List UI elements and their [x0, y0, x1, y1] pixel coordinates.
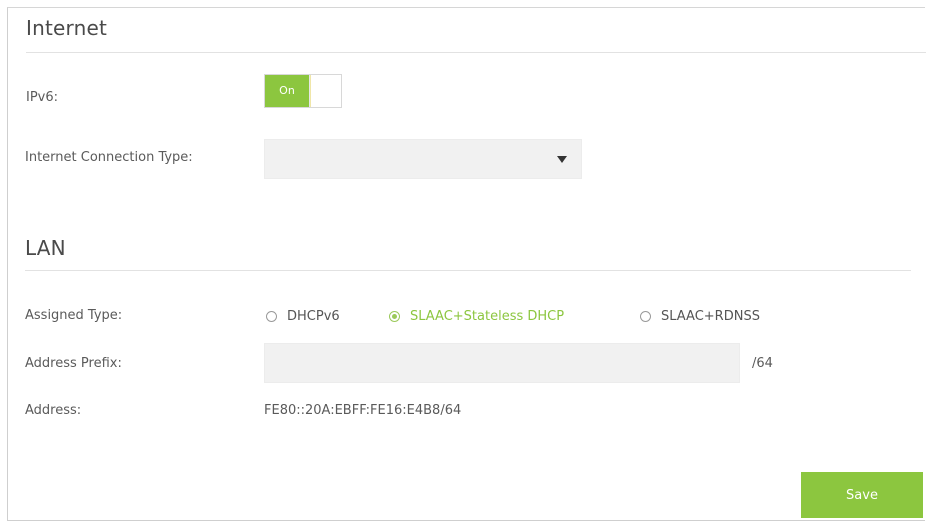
radio-dhcpv6[interactable]: DHCPv6: [266, 307, 340, 325]
radio-dhcpv6-circle: [266, 310, 277, 322]
internet-connection-type-select[interactable]: [264, 139, 582, 179]
radio-dhcpv6-label: DHCPv6: [287, 308, 340, 324]
ipv6-label: IPv6:: [26, 90, 59, 105]
radio-slaac-rdnss[interactable]: SLAAC+RDNSS: [640, 307, 760, 325]
radio-slaac-stateless-dhcp-circle: [389, 310, 400, 322]
address-prefix-suffix: /64: [752, 356, 773, 371]
internet-section-title: Internet: [26, 16, 108, 40]
radio-slaac-rdnss-circle: [640, 310, 651, 322]
chevron-down-icon: [557, 156, 567, 163]
ipv6-settings-panel: Internet IPv6:: [7, 7, 926, 521]
ipv6-toggle-knob: [309, 75, 341, 107]
internet-connection-type-label: Internet Connection Type:: [25, 150, 193, 165]
address-label: Address:: [25, 403, 82, 418]
address-prefix-input[interactable]: [264, 343, 740, 383]
ipv6-toggle-on-label: On: [265, 75, 309, 107]
address-value: FE80::20A:EBFF:FE16:E4B8/64: [264, 403, 462, 418]
internet-section-divider: [26, 52, 926, 53]
radio-slaac-stateless-dhcp[interactable]: SLAAC+Stateless DHCP: [389, 307, 564, 325]
lan-section-title: LAN: [25, 236, 66, 260]
radio-slaac-stateless-dhcp-label: SLAAC+Stateless DHCP: [410, 308, 565, 324]
radio-slaac-rdnss-label: SLAAC+RDNSS: [661, 308, 760, 324]
ipv6-toggle[interactable]: On: [264, 74, 342, 108]
assigned-type-label: Assigned Type:: [25, 308, 123, 323]
address-prefix-label: Address Prefix:: [25, 356, 122, 371]
lan-section-divider: [25, 270, 911, 271]
save-button[interactable]: Save: [801, 472, 923, 518]
